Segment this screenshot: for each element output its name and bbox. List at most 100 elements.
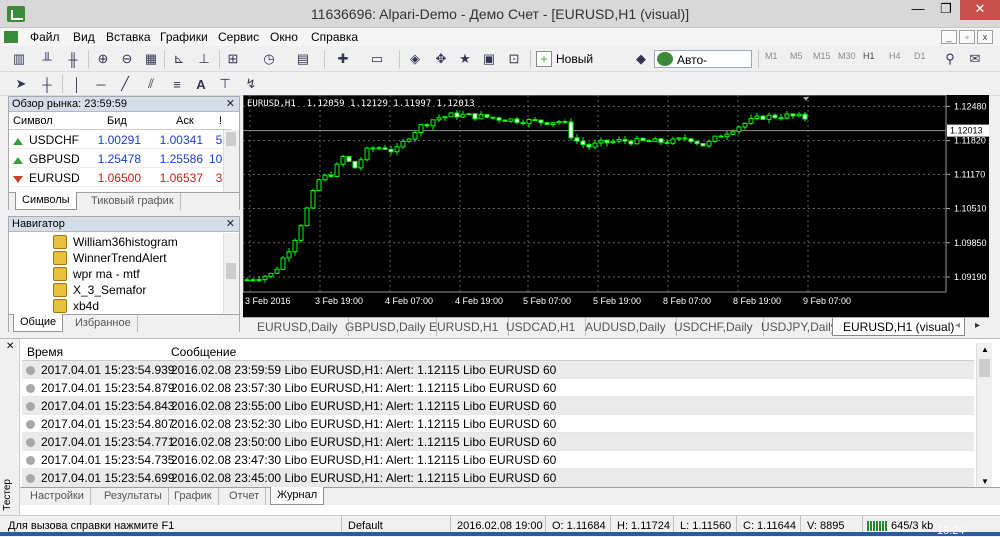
chart-tab[interactable]: USDCHF,Daily — [664, 318, 764, 336]
tab-common[interactable]: Общие — [13, 314, 64, 332]
tab-settings[interactable]: Настройки — [24, 488, 91, 505]
tester-close-icon[interactable]: ✕ — [6, 341, 14, 352]
menu-file[interactable]: Файл — [30, 30, 60, 44]
navigator-item[interactable]: WinnerTrendAlert — [53, 250, 167, 266]
menu-window[interactable]: Окно — [270, 30, 298, 44]
bar-chart-icon[interactable]: ╨ — [36, 49, 58, 69]
menu-view[interactable]: Вид — [73, 30, 95, 44]
candle-chart-icon[interactable]: ╫ — [62, 49, 84, 69]
journal-row[interactable]: 2017.04.01 15:23:54.939 2016.02.08 23:59:… — [22, 361, 974, 379]
navigator-close-icon[interactable]: ✕ — [226, 217, 235, 232]
search-icon[interactable]: ⚲ — [939, 49, 961, 69]
navigator-item[interactable]: William36histogram — [53, 234, 178, 250]
col-symbol[interactable]: Символ — [13, 113, 53, 130]
journal-row[interactable]: 2017.04.01 15:23:54.771 2016.02.08 23:50:… — [22, 433, 974, 451]
crosshair-icon[interactable]: ┼ — [36, 74, 58, 94]
tf-h1[interactable]: H1 — [863, 51, 875, 61]
fibonacci-icon[interactable]: ≡ — [166, 74, 188, 94]
arrows-icon[interactable]: ↯ — [240, 74, 262, 94]
menu-help[interactable]: Справка — [311, 30, 358, 44]
tab-favorites[interactable]: Избранное — [69, 315, 138, 332]
col-message[interactable]: Сообщение — [171, 343, 236, 361]
market-row-gbpusd[interactable]: GBPUSD 1.25478 1.25586 108 — [9, 150, 231, 168]
journal-scrollbar[interactable]: ▲ ▼ — [976, 343, 992, 489]
chart-tab[interactable]: AUDUSD,Daily — [575, 318, 677, 336]
chart-tab[interactable]: EURUSD,H1 (visual) — [832, 318, 966, 336]
chart-tab[interactable]: USDCAD,H1 — [496, 318, 587, 336]
tf-m5[interactable]: M5 — [790, 51, 803, 61]
tf-d1[interactable]: D1 — [914, 51, 926, 61]
data-window-icon[interactable]: ✥ — [430, 49, 452, 69]
templates-icon[interactable]: ▤ — [292, 49, 314, 69]
market-watch-icon[interactable]: ◈ — [404, 49, 426, 69]
close-button[interactable]: ✕ — [960, 0, 1000, 20]
auto-scroll-icon[interactable]: ⊾ — [168, 49, 190, 69]
menu-tools[interactable]: Сервис — [218, 30, 259, 44]
tabs-right-arrow-icon[interactable]: ▸ — [975, 320, 980, 331]
trend-line-icon[interactable]: ╱ — [114, 74, 136, 94]
market-row-eurusd[interactable]: EURUSD1.065001.0653737 — [9, 169, 231, 187]
text-icon[interactable]: A — [190, 74, 212, 94]
zoom-in-icon[interactable]: ⊕ — [92, 49, 114, 69]
tf-h4[interactable]: H4 — [889, 51, 901, 61]
tf-m1[interactable]: M1 — [765, 51, 778, 61]
chart-shift-icon[interactable]: ⊥ — [193, 49, 215, 69]
tab-journal[interactable]: Журнал — [270, 487, 325, 505]
navigator-scrollbar[interactable] — [223, 233, 239, 313]
journal-row[interactable]: 2017.04.01 15:23:54.699 2016.02.08 23:45:… — [22, 469, 974, 487]
market-watch-close-icon[interactable]: ✕ — [226, 97, 235, 112]
tab-tick-chart[interactable]: Тиковый график — [85, 193, 181, 210]
mdi-restore-button[interactable]: ▫ — [959, 30, 975, 44]
cursor-icon[interactable]: ➤ — [10, 74, 32, 94]
menu-insert[interactable]: Вставка — [106, 30, 151, 44]
new-chart-icon[interactable]: ▥ — [8, 49, 30, 69]
navigator-item[interactable]: wpr ma - mtf — [53, 266, 140, 282]
tab-results[interactable]: Результаты — [98, 488, 169, 505]
info-dot-icon — [26, 456, 35, 465]
navigator-item[interactable]: xb4d — [53, 298, 99, 314]
chat-icon[interactable]: ✉ — [964, 49, 986, 69]
metaeditor-icon[interactable]: ◆ — [630, 49, 652, 69]
autotrading-button[interactable]: Авто-торговля — [654, 50, 752, 85]
tf-m15[interactable]: M15 — [813, 51, 831, 61]
mdi-minimize-button[interactable]: _ — [941, 30, 957, 44]
tab-report[interactable]: Отчет — [223, 488, 267, 505]
tab-symbols[interactable]: Символы — [15, 192, 77, 210]
col-time[interactable]: Время — [27, 343, 63, 361]
menu-charts[interactable]: Графики — [160, 30, 208, 44]
new-order-button[interactable]: +Новый ордер — [534, 50, 626, 84]
journal-row[interactable]: 2017.04.01 15:23:54.879 2016.02.08 23:57:… — [22, 379, 974, 397]
indicators-icon[interactable]: ⊞ — [222, 49, 244, 69]
col-ask[interactable]: Аск — [176, 113, 194, 130]
new-window-icon[interactable]: ✚ — [332, 49, 354, 69]
vertical-line-icon[interactable]: │ — [66, 74, 88, 94]
tabs-left-arrow-icon[interactable]: ◂ — [955, 320, 960, 331]
tf-m30[interactable]: M30 — [838, 51, 856, 61]
market-watch-scrollbar[interactable] — [223, 130, 239, 192]
zoom-out-icon[interactable]: ⊖ — [116, 49, 138, 69]
periods-icon[interactable]: ◷ — [258, 49, 280, 69]
mdi-close-button[interactable]: x — [977, 30, 993, 44]
tester-icon[interactable]: ⊡ — [503, 49, 525, 69]
maximize-button[interactable]: ❐ — [932, 0, 960, 20]
tile-windows-icon[interactable]: ▦ — [140, 49, 162, 69]
navigator-icon[interactable]: ★ — [454, 49, 476, 69]
journal-row[interactable]: 2017.04.01 15:23:54.735 2016.02.08 23:47:… — [22, 451, 974, 469]
chart-tab[interactable]: EURUSD,Daily — [247, 318, 349, 336]
x-tick-label: 5 Feb 07:00 — [523, 296, 571, 306]
col-bid[interactable]: Бид — [107, 113, 127, 130]
journal-row[interactable]: 2017.04.01 15:23:54.843 2016.02.08 23:55:… — [22, 397, 974, 415]
minimize-button[interactable]: — — [904, 0, 932, 20]
text-label-icon[interactable]: ⊤ — [214, 74, 236, 94]
journal-row[interactable]: 2017.04.01 15:23:54.807 2016.02.08 23:52:… — [22, 415, 974, 433]
channel-icon[interactable]: ⫽ — [140, 74, 162, 94]
doc-icon[interactable] — [4, 31, 18, 43]
market-row-usdchf[interactable]: USDCHF1.002911.0034150 — [9, 131, 231, 149]
horizontal-line-icon[interactable]: ─ — [90, 74, 112, 94]
terminal-icon[interactable]: ▣ — [478, 49, 500, 69]
col-spread[interactable]: ! — [219, 113, 222, 130]
tab-graph[interactable]: График — [168, 488, 219, 505]
profiles-icon[interactable]: ▭ — [366, 49, 388, 69]
price-chart[interactable]: 1.12480 1.11820 1.11170 1.10510 1.09850 1.091… — [243, 95, 989, 317]
navigator-item[interactable]: X_3_Semafor — [53, 282, 146, 298]
